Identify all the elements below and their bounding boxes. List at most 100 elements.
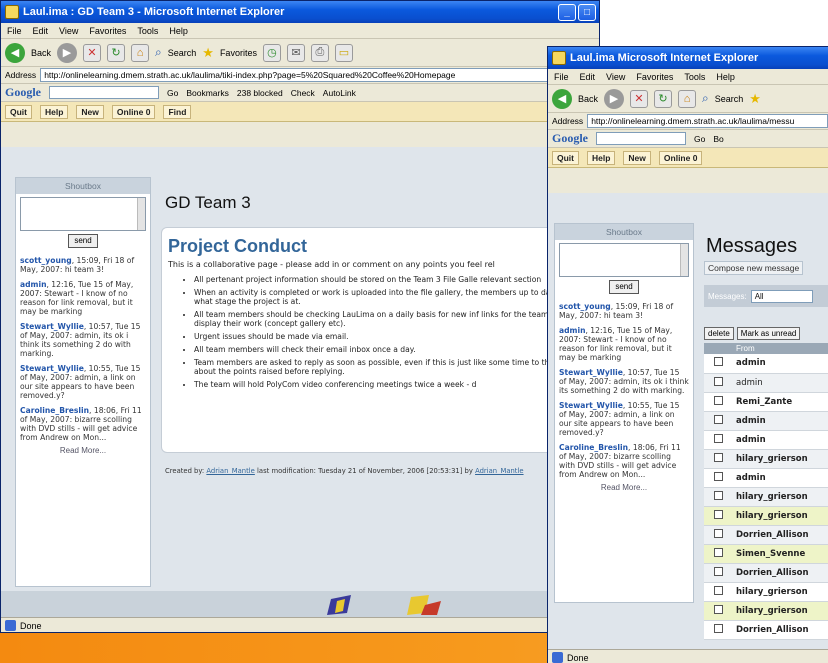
row-checkbox[interactable]: [713, 528, 723, 538]
table-row[interactable]: admin: [704, 468, 828, 488]
folder-icon[interactable]: ▭: [334, 43, 353, 62]
online-button[interactable]: Online 0: [658, 150, 703, 165]
message-from[interactable]: admin: [732, 430, 828, 450]
message-from[interactable]: Remi_Zante: [732, 392, 828, 412]
row-checkbox[interactable]: [713, 433, 723, 443]
table-row[interactable]: hilary_grierson: [704, 506, 828, 526]
menu-view[interactable]: View: [606, 72, 625, 82]
table-row[interactable]: admin: [704, 430, 828, 450]
shout-user-link[interactable]: scott_young: [20, 256, 72, 265]
message-from[interactable]: Simen_Svenne: [732, 544, 828, 564]
from-column-header[interactable]: From: [732, 343, 828, 354]
spell-check-button[interactable]: Check: [291, 88, 315, 98]
shout-user-link[interactable]: Caroline_Breslin: [559, 443, 628, 452]
row-checkbox[interactable]: [713, 585, 723, 595]
row-checkbox[interactable]: [713, 566, 723, 576]
scrollbar[interactable]: [680, 244, 688, 276]
forward-arrow-icon[interactable]: ▶: [604, 88, 625, 109]
table-row[interactable]: Remi_Zante: [704, 392, 828, 412]
author-link[interactable]: Adrian_Mantle: [206, 467, 254, 475]
menu-file[interactable]: File: [554, 72, 569, 82]
menu-edit[interactable]: Edit: [33, 26, 49, 36]
shout-user-link[interactable]: scott_young: [559, 302, 611, 311]
send-button[interactable]: send: [609, 280, 639, 294]
menu-tools[interactable]: Tools: [137, 26, 158, 36]
row-checkbox[interactable]: [713, 547, 723, 557]
message-from[interactable]: hilary_grierson: [732, 506, 828, 526]
new-button[interactable]: New: [623, 150, 651, 165]
menu-favorites[interactable]: Favorites: [636, 72, 673, 82]
address-input[interactable]: http://onlinelearning.dmem.strath.ac.uk/…: [587, 114, 828, 128]
shout-input[interactable]: [20, 197, 146, 231]
search-label[interactable]: Search: [168, 48, 197, 58]
message-from[interactable]: admin: [732, 354, 828, 374]
menu-favorites[interactable]: Favorites: [89, 26, 126, 36]
help-button[interactable]: Help: [587, 150, 616, 165]
search-label[interactable]: Search: [715, 94, 744, 104]
row-checkbox[interactable]: [713, 509, 723, 519]
search-icon[interactable]: ⌕: [702, 91, 709, 106]
refresh-icon[interactable]: ↻: [654, 89, 673, 108]
menu-view[interactable]: View: [59, 26, 78, 36]
address-input[interactable]: http://onlinelearning.dmem.strath.ac.uk/…: [40, 68, 599, 82]
message-from[interactable]: admin: [732, 373, 828, 393]
message-from[interactable]: hilary_grierson: [732, 487, 828, 507]
back-label[interactable]: Back: [31, 48, 51, 58]
favorites-star-icon[interactable]: ★: [202, 45, 214, 61]
read-more-link[interactable]: Read More...: [555, 483, 693, 492]
bookmarks-button[interactable]: Bookmarks: [186, 88, 229, 98]
history-icon[interactable]: ◷: [262, 43, 281, 62]
back-arrow-icon[interactable]: ◀: [552, 88, 572, 109]
message-from[interactable]: admin: [732, 468, 828, 488]
shout-user-link[interactable]: admin: [559, 326, 585, 335]
search-icon[interactable]: ⌕: [155, 45, 162, 60]
message-from[interactable]: hilary_grierson: [732, 601, 828, 621]
menu-help[interactable]: Help: [169, 26, 188, 36]
row-checkbox[interactable]: [713, 376, 723, 386]
messages-filter-select[interactable]: All: [750, 289, 813, 303]
stop-icon[interactable]: ✕: [630, 89, 649, 108]
autolink-button[interactable]: AutoLink: [323, 88, 356, 98]
google-go-button[interactable]: Go: [694, 134, 705, 144]
shout-user-link[interactable]: Stewart_Wyllie: [559, 368, 623, 377]
favorites-star-icon[interactable]: ★: [749, 91, 761, 107]
row-checkbox[interactable]: [713, 357, 723, 367]
shout-user-link[interactable]: Caroline_Breslin: [20, 406, 89, 415]
table-row[interactable]: Simen_Svenne: [704, 544, 828, 564]
quit-button[interactable]: Quit: [5, 104, 32, 119]
table-row[interactable]: admin: [704, 411, 828, 431]
google-search-input[interactable]: [49, 86, 159, 99]
print-icon[interactable]: ⎙: [310, 43, 329, 62]
message-from[interactable]: Dorrien_Allison: [732, 563, 828, 583]
maximize-button[interactable]: □: [578, 3, 596, 21]
help-button[interactable]: Help: [40, 104, 69, 119]
row-checkbox[interactable]: [713, 490, 723, 500]
shout-user-link[interactable]: admin: [20, 280, 46, 289]
table-row[interactable]: Dorrien_Allison: [704, 525, 828, 545]
compose-message-link[interactable]: Compose new message: [704, 261, 804, 275]
google-go-button[interactable]: Go: [167, 88, 178, 98]
quit-button[interactable]: Quit: [552, 150, 579, 165]
message-from[interactable]: hilary_grierson: [732, 582, 828, 602]
favorites-label[interactable]: Favorites: [220, 48, 257, 58]
refresh-icon[interactable]: ↻: [107, 43, 126, 62]
home-icon[interactable]: ⌂: [678, 89, 697, 108]
table-row[interactable]: Dorrien_Allison: [704, 620, 828, 640]
scrollbar[interactable]: [137, 198, 145, 230]
popup-blocked-count[interactable]: 238 blocked: [237, 88, 283, 98]
message-from[interactable]: hilary_grierson: [732, 449, 828, 469]
mark-unread-button[interactable]: Mark as unread: [736, 327, 801, 340]
send-button[interactable]: send: [68, 234, 98, 248]
new-button[interactable]: New: [76, 104, 104, 119]
row-checkbox[interactable]: [713, 471, 723, 481]
shout-user-link[interactable]: Stewart_Wyllie: [20, 322, 84, 331]
menu-file[interactable]: File: [7, 26, 22, 36]
back-arrow-icon[interactable]: ◀: [5, 42, 25, 63]
table-row[interactable]: admin: [704, 373, 828, 393]
delete-button[interactable]: delete: [704, 327, 734, 340]
shout-input[interactable]: [559, 243, 689, 277]
stop-icon[interactable]: ✕: [83, 43, 102, 62]
shout-user-link[interactable]: Stewart_Wyllie: [559, 401, 623, 410]
message-from[interactable]: Dorrien_Allison: [732, 620, 828, 640]
menu-help[interactable]: Help: [716, 72, 735, 82]
